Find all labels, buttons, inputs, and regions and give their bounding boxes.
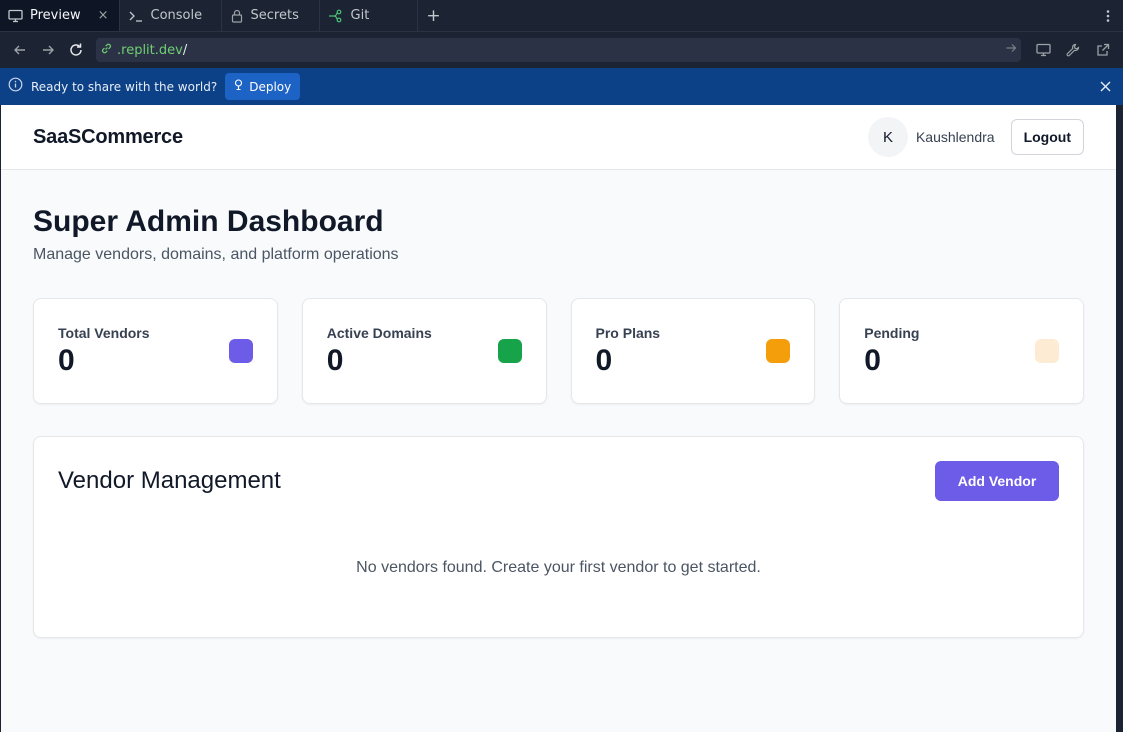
tab-label: Preview <box>30 8 81 23</box>
stat-value: 0 <box>326 344 344 377</box>
logout-button[interactable]: Logout <box>1010 119 1084 155</box>
stat-swatch <box>1035 339 1059 363</box>
go-arrow-icon[interactable] <box>1005 42 1017 58</box>
tab-secrets[interactable]: Secrets <box>222 0 320 31</box>
stat-label: Pro Plans <box>595 325 661 341</box>
stat-text: Pro Plans 0 <box>596 325 661 377</box>
stat-value: 0 <box>864 344 881 377</box>
tab-label: Console <box>150 8 203 23</box>
close-icon[interactable] <box>1095 77 1115 97</box>
stat-value: 0 <box>595 344 613 377</box>
monitor-icon <box>8 9 23 23</box>
git-branch-icon <box>328 9 344 23</box>
vendor-management-card: Vendor Management Add Vendor No vendors … <box>33 436 1084 638</box>
stat-label: Active Domains <box>326 325 432 341</box>
info-icon <box>8 77 23 96</box>
forward-arrow-icon[interactable] <box>36 38 60 62</box>
tab-git[interactable]: Git <box>320 0 418 31</box>
preview-viewport: SaaSCommerce K Kaushlendra Logout Super … <box>1 105 1116 732</box>
deploy-banner: Ready to share with the world? Deploy <box>0 68 1123 105</box>
stat-swatch <box>228 339 253 363</box>
stat-label: Pending <box>864 325 920 341</box>
close-icon[interactable]: × <box>98 8 109 23</box>
tab-preview[interactable]: Preview × <box>0 0 120 31</box>
deploy-button[interactable]: Deploy <box>225 73 301 100</box>
stat-card-pending: Pending 0 <box>839 298 1084 404</box>
open-external-icon[interactable] <box>1091 38 1115 62</box>
section-title: Vendor Management <box>58 467 281 494</box>
user-name: Kaushlendra <box>915 129 995 145</box>
dashboard-page: Super Admin Dashboard Manage vendors, do… <box>1 170 1116 638</box>
address-actions <box>1031 38 1115 62</box>
avatar[interactable]: K <box>867 117 908 157</box>
address-bar: .replit.dev / <box>0 32 1123 68</box>
device-preview-icon[interactable] <box>1031 38 1055 62</box>
tab-console[interactable]: Console <box>120 0 222 31</box>
url-path: / <box>182 42 188 58</box>
app-header: SaaSCommerce K Kaushlendra Logout <box>1 105 1116 170</box>
vendor-card-header: Vendor Management Add Vendor <box>58 461 1059 501</box>
url-domain: .replit.dev <box>117 42 183 58</box>
stat-text: Total Vendors 0 <box>58 325 150 377</box>
reload-icon[interactable] <box>64 38 88 62</box>
url-field[interactable]: .replit.dev / <box>96 38 1021 62</box>
stat-card-total-vendors: Total Vendors 0 <box>33 298 278 404</box>
add-tab-button[interactable]: + <box>418 0 450 31</box>
stats-row: Total Vendors 0 Active Domains 0 Pro Pla… <box>33 298 1084 404</box>
stat-swatch <box>497 339 522 363</box>
stat-swatch <box>766 339 791 363</box>
stat-card-pro-plans: Pro Plans 0 <box>570 298 816 404</box>
page-subtitle: Manage vendors, domains, and platform op… <box>33 246 399 263</box>
brand-logo[interactable]: SaaSCommerce <box>33 126 183 149</box>
stat-value: 0 <box>58 344 75 377</box>
stat-card-active-domains: Active Domains 0 <box>301 298 547 404</box>
stat-text: Pending 0 <box>864 325 919 377</box>
deploy-icon <box>233 79 244 94</box>
banner-message: Ready to share with the world? <box>31 79 218 94</box>
more-options-icon[interactable] <box>1093 0 1123 31</box>
stat-label: Total Vendors <box>58 325 150 341</box>
lock-icon <box>230 9 244 23</box>
workspace-tabbar: Preview × Console Secrets Git + <box>0 0 1123 32</box>
stat-text: Active Domains 0 <box>327 325 432 377</box>
back-arrow-icon[interactable] <box>8 38 32 62</box>
add-vendor-button[interactable]: Add Vendor <box>935 461 1059 501</box>
deploy-label: Deploy <box>249 79 292 94</box>
tab-label: Secrets <box>250 8 299 23</box>
page-title: Super Admin Dashboard <box>33 205 384 238</box>
tab-label: Git <box>350 8 370 23</box>
viewport-edge <box>1116 105 1123 732</box>
tabbar-spacer <box>450 0 1093 31</box>
devtools-wrench-icon[interactable] <box>1061 38 1085 62</box>
terminal-icon <box>128 9 144 23</box>
empty-state-message: No vendors found. Create your first vend… <box>356 559 761 576</box>
link-icon <box>100 42 113 59</box>
